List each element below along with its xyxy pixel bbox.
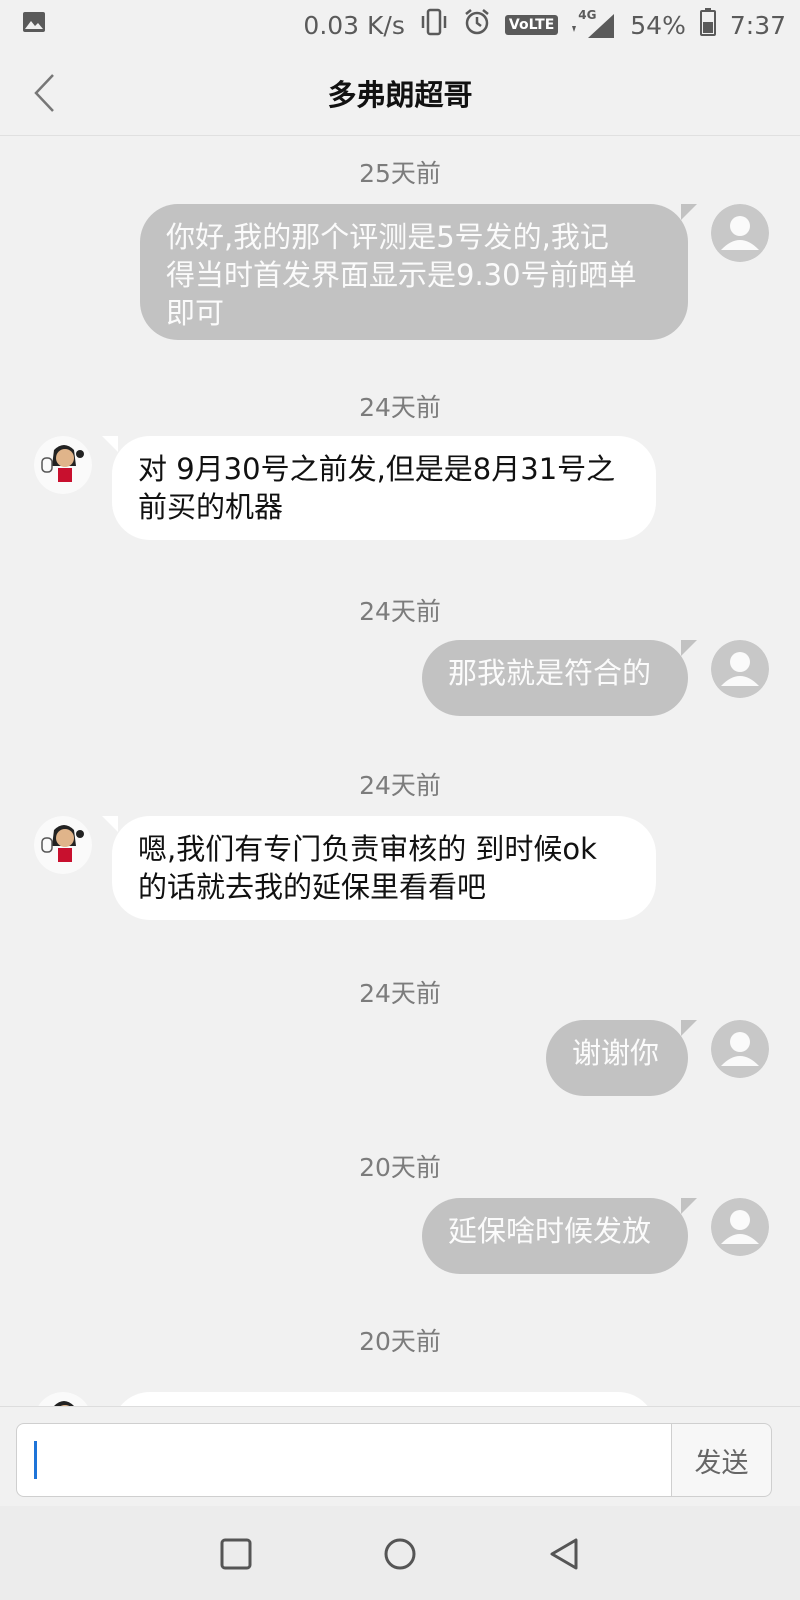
- outgoing-message[interactable]: 谢谢你: [546, 1020, 688, 1096]
- vibrate-icon: [419, 8, 449, 42]
- cartoon-girl-icon: [34, 436, 92, 494]
- incoming-message[interactable]: 对 9月30号之前发,但是是8月31号之 前买的机器: [112, 436, 656, 540]
- home-circle-icon: [384, 1538, 416, 1570]
- message-timestamp: 24天前: [359, 597, 441, 626]
- back-button[interactable]: [22, 70, 66, 116]
- outgoing-message[interactable]: 那我就是符合的: [422, 640, 688, 716]
- clock: 7:37: [729, 10, 786, 40]
- contact-avatar[interactable]: [34, 1392, 92, 1406]
- message-timestamp: 20天前: [359, 1153, 441, 1182]
- network-speed: 0.03 K/s: [303, 10, 405, 40]
- message-timestamp: 25天前: [359, 159, 441, 188]
- cartoon-girl-icon: [38, 1392, 88, 1406]
- message-line: 那我就是符合的: [448, 656, 652, 690]
- alarm-icon: [463, 8, 491, 42]
- message-line: 谢谢你: [572, 1036, 660, 1070]
- text-caret: [34, 1441, 37, 1479]
- message-timestamp: 24天前: [359, 771, 441, 800]
- my-avatar[interactable]: [711, 640, 769, 698]
- my-avatar[interactable]: [711, 204, 769, 262]
- outgoing-message[interactable]: 你好,我的那个评测是5号发的,我记 得当时首发界面显示是9.30号前晒单 即可: [140, 204, 688, 340]
- my-avatar[interactable]: [711, 1020, 769, 1078]
- chat-title: 多弗朗超哥: [327, 77, 473, 112]
- message-timestamp: 20天前: [359, 1327, 441, 1356]
- message-line: 延保啥时候发放: [448, 1214, 652, 1248]
- bubble-tail: [681, 640, 697, 656]
- message-line: 你好,我的那个评测是5号发的,我记: [166, 220, 609, 254]
- battery-icon: [699, 8, 716, 42]
- send-button[interactable]: 发送: [671, 1423, 772, 1497]
- title-bar: 多弗朗超哥: [0, 50, 800, 136]
- message-line: 嗯,我们有专门负责审核的 到时候ok: [138, 832, 597, 866]
- signal-icon: 4G: [572, 8, 616, 40]
- message-line: 即可: [166, 296, 225, 330]
- recents-button[interactable]: [214, 1532, 258, 1576]
- home-button[interactable]: [378, 1532, 422, 1576]
- default-user-icon: [711, 1198, 769, 1256]
- message-line: 前买的机器: [138, 490, 284, 524]
- input-bar: 发送: [0, 1406, 800, 1506]
- my-avatar[interactable]: [711, 1198, 769, 1256]
- outgoing-message[interactable]: 延保啥时候发放: [422, 1198, 688, 1274]
- incoming-message[interactable]: [112, 1392, 656, 1406]
- bubble-tail: [681, 1198, 697, 1214]
- bubble-tail: [681, 204, 697, 220]
- bubble-tail: [681, 1020, 697, 1036]
- system-nav-bar: [0, 1506, 800, 1600]
- recents-square-icon: [220, 1538, 252, 1570]
- default-user-icon: [711, 1020, 769, 1078]
- contact-avatar[interactable]: [34, 816, 92, 874]
- default-user-icon: [711, 204, 769, 262]
- status-bar: 0.03 K/s VoLTE 4G 54% 7:37: [0, 0, 800, 50]
- incoming-message[interactable]: 嗯,我们有专门负责审核的 到时候ok 的话就去我的延保里看看吧: [112, 816, 656, 920]
- bubble-tail: [102, 436, 118, 452]
- back-nav-button[interactable]: [542, 1532, 586, 1576]
- message-timestamp: 24天前: [359, 393, 441, 422]
- battery-level: 54%: [630, 10, 686, 40]
- message-line: 的话就去我的延保里看看吧: [138, 870, 487, 904]
- message-input[interactable]: [16, 1423, 672, 1497]
- gallery-icon: [22, 10, 46, 40]
- cartoon-girl-icon: [34, 816, 92, 874]
- chevron-left-icon: [34, 74, 54, 112]
- message-line: 得当时首发界面显示是9.30号前晒单: [166, 258, 637, 292]
- bubble-tail: [102, 816, 118, 832]
- default-user-icon: [711, 640, 769, 698]
- volte-badge: VoLTE: [504, 15, 559, 35]
- message-line: 对 9月30号之前发,但是是8月31号之: [138, 452, 616, 486]
- message-list[interactable]: 25天前 你好,我的那个评测是5号发的,我记 得当时首发界面显示是9.30号前晒…: [0, 136, 800, 1406]
- contact-avatar[interactable]: [34, 436, 92, 494]
- back-triangle-icon: [550, 1538, 578, 1570]
- message-timestamp: 24天前: [359, 979, 441, 1008]
